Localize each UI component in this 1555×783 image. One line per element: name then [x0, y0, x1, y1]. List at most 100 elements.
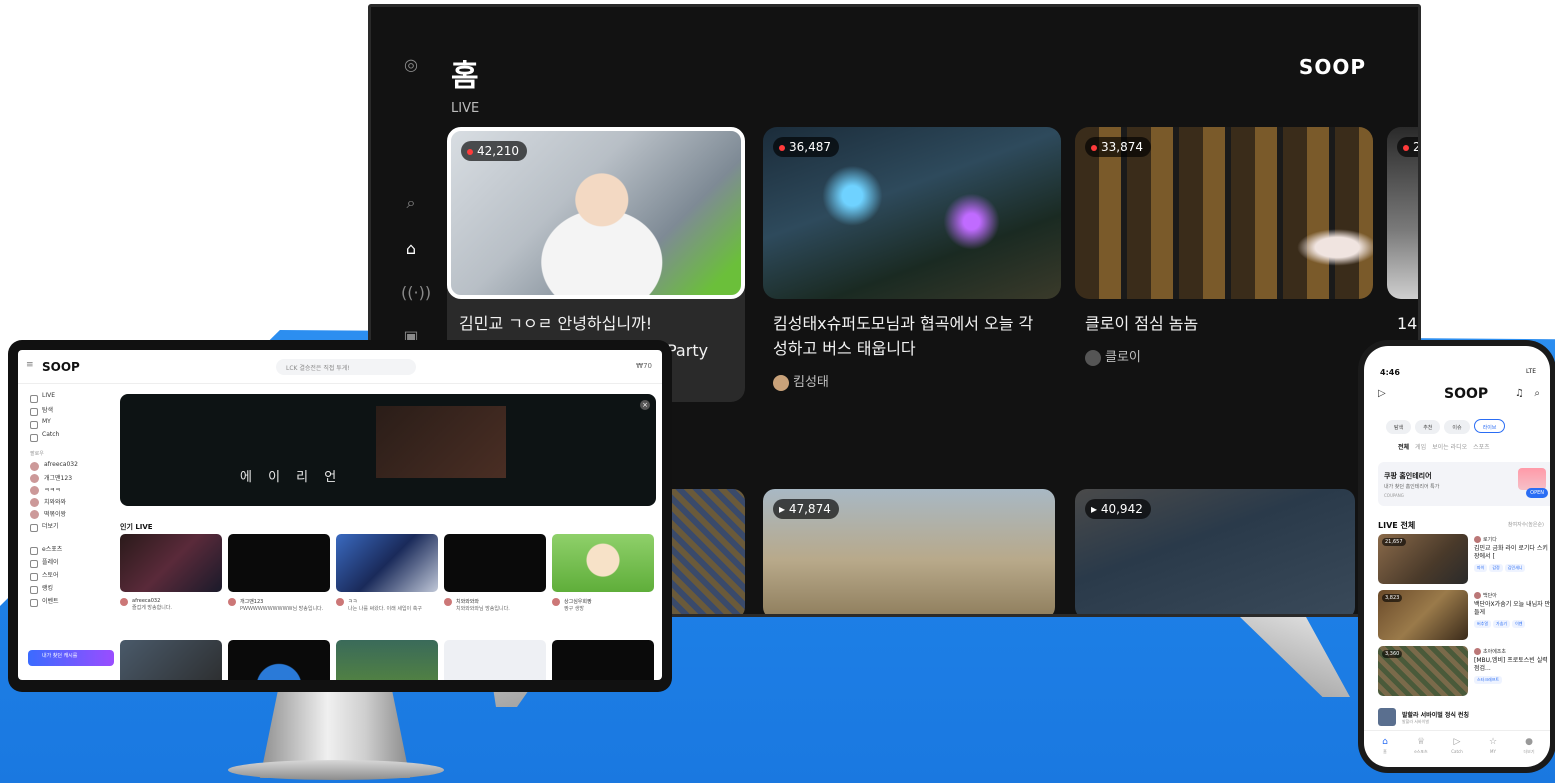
live-title: [MBU,엠비] 프로토스빈 실력점검... — [1474, 657, 1548, 672]
following-channel[interactable]: 떡볶이왕 — [18, 509, 118, 521]
live-thumbnail[interactable] — [661, 489, 745, 614]
following-channel[interactable]: 개그맨123 — [18, 473, 118, 485]
streamer-name: 백단아 — [1474, 592, 1497, 599]
sort-dropdown[interactable]: 참여자수(높은순) — [1508, 521, 1544, 528]
live-card[interactable]: 33,874 클로이 점심 놈놈 클로이 — [1075, 127, 1373, 366]
chip-live[interactable]: 라이브 — [1473, 419, 1506, 433]
sidebar-item-play[interactable]: 플레이 — [18, 557, 118, 570]
viewer-count-badge: 21,657 — [1382, 538, 1406, 546]
live-card[interactable]: afreeca032 즐겁게 방송합니다. — [120, 534, 222, 611]
tag[interactable]: 이벤 — [1512, 620, 1526, 628]
sidebar-promo-banner[interactable]: 내가 찾던 캐시를 — [28, 650, 114, 666]
sidebar-item-esports[interactable]: e스포츠 — [18, 544, 118, 557]
sidebar-item-my[interactable]: MY — [18, 418, 118, 431]
live-card[interactable]: 상그심우희짱 짱구 생방 — [552, 534, 654, 612]
wallet-balance[interactable]: ₩70 — [636, 362, 652, 370]
tag[interactable]: 버추얼 — [1474, 620, 1492, 628]
live-title: 김민교 ㄱㅇㄹ 안녕하십니까! — [459, 314, 653, 333]
following-channel[interactable]: afreeca032 — [18, 461, 118, 473]
broadcast-icon[interactable]: ((·)) — [401, 283, 431, 303]
sidebar-item-event[interactable]: 이벤트 — [18, 596, 118, 609]
tag[interactable]: 가숨기 — [1493, 620, 1511, 628]
live-card[interactable] — [120, 640, 222, 680]
chip-issue[interactable]: 이슈 — [1444, 420, 1470, 434]
cast-icon[interactable]: ▷ — [1378, 388, 1386, 399]
mobile-phone: 4:46 LTE ▷ SOOP ♫ ⌕ 탐색 추천 이슈 라이브 전체 게임 보이는 라디… — [1358, 340, 1555, 773]
more-icon: ● — [1525, 737, 1533, 747]
live-card[interactable] — [336, 640, 438, 680]
ad-banner[interactable]: 쿠팡 홈인테리어 내가 찾던 홈인테리어 특가 COUPANG OPEN — [1378, 462, 1550, 506]
more-link[interactable]: 더보기 — [18, 521, 118, 534]
tab-radio[interactable]: 보이는 라디오 — [1432, 444, 1467, 451]
nav-esports[interactable]: ♕ e스포츠 — [1406, 737, 1436, 755]
live-thumbnail — [228, 640, 330, 680]
tag[interactable]: 김민새니 — [1504, 564, 1526, 572]
promo-title: 발할라 서바이벌 정식 런칭 — [1402, 712, 1469, 719]
tag[interactable]: 감정 — [1489, 564, 1503, 572]
home-icon[interactable]: ⌂ — [401, 239, 421, 259]
desktop-monitor: ≡ SOOP LCK 결승전은 직접 투게! ₩70 LIVE 탐색 MY Ca… — [8, 340, 672, 692]
following-channel[interactable]: ㅋㅋㅋ — [18, 485, 118, 497]
promo-item[interactable]: 발할라 서바이벌 정식 런칭 발할라 서바이벌 — [1378, 708, 1548, 728]
sidebar-item-store[interactable]: 스토어 — [18, 570, 118, 583]
bell-icon[interactable]: ♫ — [1515, 388, 1524, 399]
tab-game[interactable]: 게임 — [1415, 444, 1426, 451]
live-title: 킴성태x슈퍼도모님과 협곡에서 오늘 각 성하고 버스 태웁니다 — [773, 314, 1034, 358]
tab-all[interactable]: 전체 — [1398, 444, 1409, 451]
hero-poster — [376, 406, 506, 478]
viewer-count-badge: 3,823 — [1382, 594, 1403, 602]
live-card[interactable] — [552, 640, 654, 680]
live-thumbnail: 42,210 — [447, 127, 745, 299]
live-thumbnail[interactable]: ▸ 40,942 — [1075, 489, 1355, 614]
sidebar-item-ranking[interactable]: 랭킹 — [18, 583, 118, 596]
sidebar-item-explore[interactable]: 탐색 — [18, 405, 118, 418]
open-button[interactable]: OPEN — [1526, 488, 1548, 498]
live-thumbnail — [336, 640, 438, 680]
ad-brand: COUPANG — [1384, 493, 1404, 498]
category-chips: 탐색 추천 이슈 라이브 — [1386, 414, 1550, 434]
following-channel[interactable]: 치와와와 — [18, 497, 118, 509]
live-thumbnail: 3,360 — [1378, 646, 1468, 696]
live-card[interactable] — [228, 640, 330, 680]
nav-home[interactable]: ⌂ 홈 — [1370, 737, 1400, 755]
nav-catch[interactable]: ▷ Catch — [1442, 737, 1472, 754]
close-icon[interactable]: × — [640, 400, 650, 410]
streamer-name: 로기다 — [1474, 536, 1497, 543]
live-card[interactable]: 20 14 — [1387, 127, 1418, 336]
live-card[interactable]: ㅋㅋ 나는 나를 써왔다. 이래 세입이 축구 — [336, 534, 438, 612]
live-card[interactable] — [444, 640, 546, 680]
search-input[interactable]: LCK 결승전은 직접 투게! — [276, 359, 416, 375]
soop-logo[interactable]: SOOP — [42, 360, 80, 374]
menu-icon[interactable]: ≡ — [26, 360, 34, 370]
live-thumbnail — [120, 534, 222, 592]
avatar — [1085, 349, 1101, 366]
hero-banner[interactable]: 에 이 리 언 × — [120, 394, 656, 506]
live-thumbnail: 21,657 — [1378, 534, 1468, 584]
live-card[interactable]: 36,487 킴성태x슈퍼도모님과 협곡에서 오늘 각 성하고 버스 태웁니다 킴… — [763, 127, 1061, 391]
nav-my[interactable]: ☆ MY — [1478, 737, 1508, 754]
star-icon: ☆ — [1488, 737, 1498, 747]
live-thumbnail: 3,823 — [1378, 590, 1468, 640]
nav-more[interactable]: ● 더보기 — [1514, 737, 1544, 755]
chip-recommend[interactable]: 추천 — [1415, 420, 1441, 434]
tag[interactable]: 스타크래프트 — [1474, 676, 1503, 684]
live-tabs: 전체 게임 보이는 라디오 스포츠 — [1398, 442, 1496, 451]
live-card[interactable]: 치와와와와 치와와와와님 방송입니다. — [444, 534, 546, 612]
tag-list: 버추얼 가숨기 이벤 — [1474, 620, 1527, 628]
streamer-name: 클로이 — [1075, 346, 1373, 366]
live-thumbnail[interactable]: ▸ 47,874 — [763, 489, 1055, 614]
bottom-nav: ⌂ 홈 ♕ e스포츠 ▷ Catch ☆ MY ● 더보기 — [1364, 730, 1550, 760]
tag[interactable]: 파이 — [1474, 564, 1488, 572]
live-card[interactable]: 개그맨123 PWWWWWWWWWW님 방송입니다. — [228, 534, 330, 612]
search-icon[interactable]: ⌕ — [401, 193, 421, 213]
search-icon[interactable]: ⌕ — [1534, 388, 1540, 399]
chip-explore[interactable]: 탐색 — [1386, 420, 1412, 434]
list-item[interactable]: 3,823 백단아 백단아X가숨기 오늘 내님자 만들게 버추얼 가숨기 이벤 — [1378, 590, 1550, 640]
sidebar-item-live[interactable]: LIVE — [18, 392, 118, 405]
profile-icon[interactable]: ◎ — [401, 55, 421, 75]
sidebar-item-catch[interactable]: Catch — [18, 431, 118, 444]
promo-subtitle: 발할라 서바이벌 — [1402, 719, 1430, 724]
tab-sports[interactable]: 스포츠 — [1473, 444, 1490, 451]
list-item[interactable]: 3,360 초아에조초 [MBU,엠비] 프로토스빈 실력점검... 스타크래프… — [1378, 646, 1550, 696]
list-item[interactable]: 21,657 로기다 김민교 금화 라이 로기다 스키장에서 [ 파이 감정 김민새… — [1378, 534, 1550, 584]
